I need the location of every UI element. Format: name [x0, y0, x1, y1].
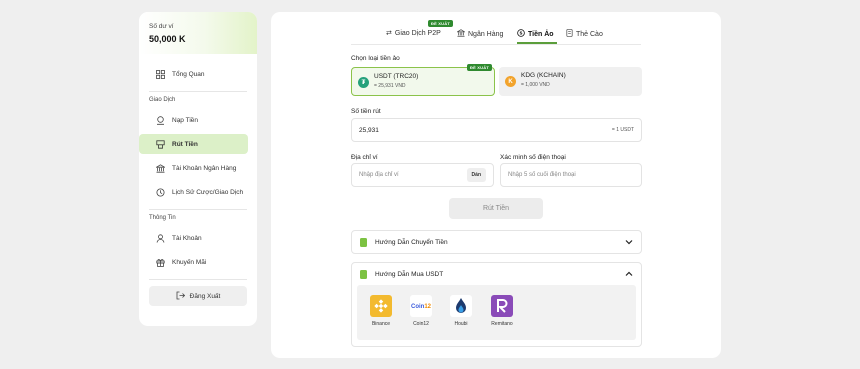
tab-crypto[interactable]: $ Tiền Ảo — [517, 29, 554, 39]
bank-icon — [456, 29, 466, 39]
amount-input[interactable]: 25,931 = 1 USDT — [351, 118, 642, 142]
exchange-houbi[interactable]: Houbi — [446, 295, 476, 327]
sidebar-item-bank-account[interactable]: Tài Khoản Ngân Hàng — [149, 158, 247, 178]
chevron-up-icon — [625, 270, 633, 279]
sidebar-item-deposit[interactable]: Nạp Tiền — [149, 110, 247, 130]
sidebar-item-label: Nạp Tiền — [172, 116, 199, 124]
crypto-option-kdg[interactable]: K KDG (KCHAIN) = 1,000 VND — [499, 67, 642, 96]
svg-text:Coin12: Coin12 — [411, 304, 432, 310]
sidebar-item-label: Lịch Sử Cược/Giao Dịch — [172, 188, 244, 196]
divider — [149, 279, 247, 280]
phone-verify-placeholder: Nhập 5 số cuối điện thoại — [508, 172, 576, 178]
balance-value: 50,000 K — [149, 34, 186, 44]
exchange-name: Coin12 — [413, 321, 429, 327]
exchange-name: Houbi — [454, 321, 468, 327]
section-heading-transactions: Giao Dịch — [149, 97, 176, 103]
tab-label: Giao Dịch P2P — [394, 29, 441, 37]
exchange-name: Remitano — [491, 321, 513, 327]
svg-text:$: $ — [520, 31, 523, 37]
logout-label: Đăng Xuất — [189, 292, 221, 300]
deposit-icon — [155, 115, 165, 125]
phone-verify-input[interactable]: Nhập 5 số cuối điện thoại — [500, 163, 642, 187]
withdraw-panel: ĐỀ XUẤT ⇄ Giao Dịch P2P Ngân Hàng $ Tiền… — [271, 12, 721, 358]
card-icon — [566, 29, 573, 39]
sidebar-item-account[interactable]: Tài Khoản — [149, 228, 247, 248]
logout-icon — [176, 291, 185, 302]
amount-conversion: = 1 USDT — [611, 127, 634, 133]
sidebar-item-label: Tài Khoản — [172, 234, 202, 242]
amount-label: Số tiền rút — [351, 108, 381, 115]
recommended-badge: ĐỀ XUẤT — [467, 64, 492, 71]
guide-buy-usdt-accordion: Hướng Dẫn Mua USDT Binance Coin12 Coin12 — [351, 262, 642, 347]
divider — [149, 209, 247, 210]
tether-icon: ₮ — [358, 77, 369, 88]
crypto-option-usdt[interactable]: ĐỀ XUẤT ₮ USDT (TRC20) = 25,931 VND — [351, 64, 495, 96]
crypto-name: KDG (KCHAIN) — [521, 72, 566, 79]
sidebar-item-overview[interactable]: Tổng Quan — [149, 64, 247, 84]
sidebar-item-label: Tài Khoản Ngân Hàng — [172, 164, 237, 172]
kdg-coin-icon: K — [505, 76, 516, 87]
accordion-title: Hướng Dẫn Chuyển Tiền — [375, 238, 448, 246]
tab-scratch-card[interactable]: Thẻ Cào — [566, 29, 603, 39]
exchange-icon: ⇄ — [386, 30, 392, 37]
accordion-header[interactable]: Hướng Dẫn Mua USDT — [352, 263, 641, 285]
document-icon — [360, 269, 367, 279]
exchange-name: Binance — [371, 321, 391, 327]
paste-button[interactable]: Dán — [466, 168, 486, 182]
tab-p2p[interactable]: ⇄ Giao Dịch P2P — [386, 29, 441, 38]
sidebar-item-label: Khuyến Mãi — [172, 258, 207, 266]
sidebar-item-label: Rút Tiền — [172, 140, 198, 148]
document-icon — [360, 237, 367, 247]
bank-icon — [155, 163, 165, 173]
houbi-logo-icon — [450, 295, 472, 317]
chevron-down-icon — [625, 238, 633, 247]
tab-label: Ngân Hàng — [468, 30, 504, 38]
exchange-list: Binance Coin12 Coin12 Houbi Remitano — [357, 285, 636, 340]
binance-logo-icon — [370, 295, 392, 317]
crypto-rate: = 1,000 VND — [521, 82, 550, 88]
wallet-address-label: Địa chỉ ví — [351, 154, 378, 161]
grid-icon — [155, 69, 165, 79]
wallet-balance-card: Số dư ví 50,000 K — [139, 12, 257, 54]
section-heading-info: Thông Tin — [149, 215, 176, 221]
sidebar-item-promotions[interactable]: Khuyến Mãi — [149, 252, 247, 272]
divider — [149, 91, 247, 92]
tabs-divider — [351, 44, 641, 45]
tab-bank[interactable]: Ngân Hàng — [456, 29, 504, 39]
exchange-remitano[interactable]: Remitano — [487, 295, 517, 327]
remitano-logo-icon — [491, 295, 513, 317]
phone-verify-label: Xác minh số điện thoại — [500, 154, 566, 161]
sidebar: Số dư ví 50,000 K Tổng Quan Giao Dịch Nạ… — [139, 12, 257, 326]
accordion-header[interactable]: Hướng Dẫn Chuyển Tiền — [352, 231, 641, 253]
history-icon — [155, 187, 165, 197]
accordion-title: Hướng Dẫn Mua USDT — [375, 270, 444, 278]
withdraw-icon — [155, 139, 165, 149]
withdraw-submit-button[interactable]: Rút Tiền — [449, 198, 543, 219]
tab-label: Thẻ Cào — [576, 30, 603, 38]
crypto-select-label: Chọn loại tiền ảo — [351, 55, 400, 62]
recommended-badge: ĐỀ XUẤT — [428, 20, 453, 27]
payment-method-tabs: ĐỀ XUẤT ⇄ Giao Dịch P2P Ngân Hàng $ Tiền… — [271, 12, 721, 45]
exchange-binance[interactable]: Binance — [366, 295, 396, 327]
tab-label: Tiền Ảo — [528, 30, 554, 38]
amount-value: 25,931 — [359, 126, 379, 134]
sidebar-item-history[interactable]: Lịch Sử Cược/Giao Dịch — [149, 182, 247, 202]
coin-icon: $ — [517, 29, 525, 39]
user-icon — [155, 233, 165, 243]
crypto-name: USDT (TRC20) — [374, 73, 419, 80]
balance-label: Số dư ví — [149, 23, 174, 30]
wallet-address-placeholder: Nhập địa chỉ ví — [359, 172, 399, 178]
gift-icon — [155, 257, 165, 267]
guide-transfer-accordion: Hướng Dẫn Chuyển Tiền — [351, 230, 642, 254]
wallet-address-input[interactable]: Nhập địa chỉ ví Dán — [351, 163, 494, 187]
logout-button[interactable]: Đăng Xuất — [149, 286, 247, 306]
sidebar-item-withdraw[interactable]: Rút Tiền — [139, 134, 248, 154]
crypto-rate: = 25,931 VND — [374, 83, 406, 89]
exchange-coin12[interactable]: Coin12 Coin12 — [406, 295, 436, 327]
sidebar-item-label: Tổng Quan — [172, 70, 205, 78]
coin12-logo-icon: Coin12 — [410, 295, 432, 317]
